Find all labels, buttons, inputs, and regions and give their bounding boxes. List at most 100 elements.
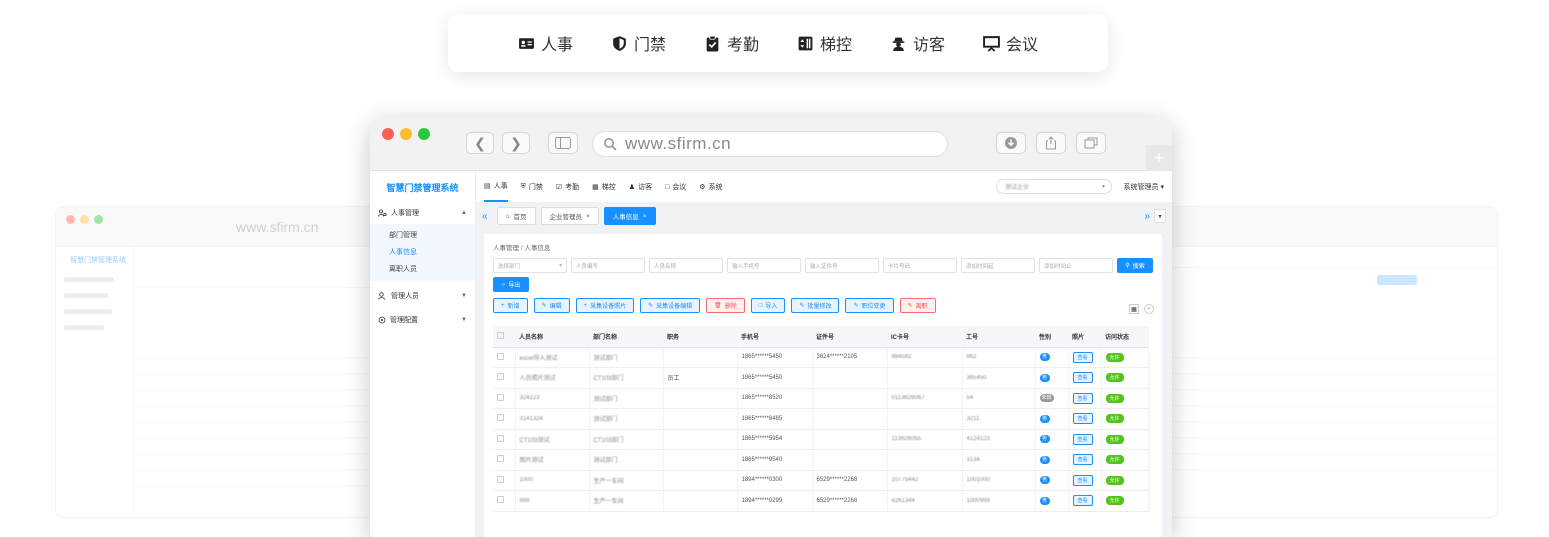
department-select[interactable]: 选择部门 ▾ bbox=[493, 258, 567, 273]
nav-item-access[interactable]: ⛨ 门禁 bbox=[521, 182, 543, 192]
batch-edit-button[interactable]: ✎ 批量修改 bbox=[791, 298, 840, 313]
column-header[interactable]: 职务 bbox=[663, 326, 737, 348]
column-header[interactable]: 人员名称 bbox=[515, 326, 589, 348]
date-from-input[interactable]: 添加时间起 bbox=[961, 258, 1035, 273]
table-row[interactable]: CT103测试 CT103部门 1865******5954 113626055 412… bbox=[493, 429, 1149, 450]
nav-item-system[interactable]: ⚙ 系统 bbox=[699, 182, 722, 192]
search-icon bbox=[604, 138, 617, 151]
capture-device-photo-button[interactable]: + 采集设备照片 bbox=[575, 298, 635, 313]
tab-home[interactable]: ⌂ 首页 bbox=[496, 207, 536, 225]
row-checkbox[interactable] bbox=[493, 429, 516, 450]
column-header[interactable]: 手机号 bbox=[737, 326, 812, 348]
capture-device-edit-button[interactable]: ✎ 采集设备编辑 bbox=[640, 298, 701, 313]
table-row[interactable]: 1000 生产一车间 1894******0300 6529******2268 107… bbox=[493, 470, 1149, 491]
module-tab-access[interactable]: 门禁 bbox=[611, 31, 666, 55]
print-icon[interactable]: − bbox=[1144, 304, 1154, 314]
nav-item-elevator[interactable]: ▦ 梯控 bbox=[592, 182, 616, 192]
tabs-scroll-right-button[interactable]: » bbox=[1144, 211, 1150, 222]
close-window-button[interactable] bbox=[382, 128, 394, 140]
sidebar-item-departments[interactable]: 部门管理 bbox=[370, 226, 475, 243]
resign-button[interactable]: ✎ 离职 bbox=[899, 298, 936, 313]
add-button[interactable]: + 新增 bbox=[493, 298, 528, 313]
cell-status: 允许 bbox=[1101, 367, 1149, 389]
row-checkbox[interactable] bbox=[493, 388, 516, 409]
sidebar-item-personnel-info[interactable]: 人事信息 bbox=[370, 243, 475, 260]
row-checkbox[interactable] bbox=[493, 408, 516, 430]
forward-button[interactable]: ❯ bbox=[502, 132, 530, 154]
sidebar-toggle-button[interactable] bbox=[548, 132, 578, 154]
table-row[interactable]: 图片测试 测试部门 1865******9540 3134 男 查看 允许 bbox=[493, 449, 1149, 471]
column-header[interactable]: IC卡号 bbox=[887, 326, 962, 348]
tab-enterprise-admin[interactable]: 企业管理员 × bbox=[540, 207, 599, 225]
module-tab-elevator[interactable]: 梯控 bbox=[797, 31, 852, 55]
nav-label: 访客 bbox=[638, 184, 653, 191]
view-photo-button[interactable]: 查看 bbox=[1072, 413, 1093, 425]
close-icon[interactable]: × bbox=[586, 213, 590, 220]
tabs-scroll-left-button[interactable]: « bbox=[482, 211, 488, 222]
sidebar-group-managers[interactable]: 管理人员 ▼ bbox=[370, 285, 475, 307]
position-change-button[interactable]: ✎ 职位变更 bbox=[845, 298, 894, 313]
card-number-input[interactable]: 卡片号码 bbox=[883, 258, 957, 273]
export-button[interactable]: ○ 导出 bbox=[493, 277, 529, 292]
view-photo-button[interactable]: 查看 bbox=[1072, 392, 1093, 404]
tabs-more-button[interactable]: ▾ bbox=[1154, 209, 1166, 223]
module-tab-meeting[interactable]: 会议 bbox=[983, 31, 1038, 55]
view-photo-button[interactable]: 查看 bbox=[1072, 454, 1093, 466]
sidebar-group-config[interactable]: 管理配置 ▼ bbox=[370, 309, 475, 331]
person-name-input[interactable]: 人员名称 bbox=[649, 258, 723, 273]
sex-badge: 男 bbox=[1039, 435, 1050, 444]
table-row[interactable]: 3141324 测试部门 1865******8485 3211 男 查看 允许 bbox=[493, 408, 1149, 430]
view-photo-button[interactable]: 查看 bbox=[1072, 351, 1093, 363]
table-row[interactable]: 999 生产一车间 1894******0299 6529******2268 4261… bbox=[493, 490, 1149, 512]
file-icon: □ bbox=[758, 302, 763, 309]
row-checkbox[interactable] bbox=[493, 490, 516, 512]
table-row[interactable]: 324123 测试部门 1865******8520 0113626067 54 未知 查看… bbox=[493, 388, 1149, 409]
module-tab-personnel[interactable]: 人事 bbox=[518, 31, 573, 55]
nav-item-personnel[interactable]: ▤ 人事 bbox=[484, 172, 508, 202]
person-id-input[interactable]: 人员编号 bbox=[571, 258, 645, 273]
cell-name: 999 bbox=[515, 490, 590, 512]
select-all-checkbox[interactable] bbox=[493, 326, 515, 348]
minimize-window-button[interactable] bbox=[400, 128, 412, 140]
nav-item-meeting[interactable]: □ 会议 bbox=[665, 182, 686, 192]
back-button[interactable]: ❮ bbox=[466, 132, 494, 154]
new-tab-button[interactable]: + bbox=[1146, 145, 1172, 171]
sidebar-group-personnel[interactable]: 人事管理 ▲ bbox=[370, 202, 475, 224]
date-to-input[interactable]: 添加时间止 bbox=[1039, 258, 1113, 273]
table-row[interactable]: 人员照片测试 CT103部门 员工 1865******5450 365450 男 查看 允许 bbox=[493, 367, 1149, 389]
search-button[interactable]: ⚲ 搜索 bbox=[1117, 258, 1153, 273]
admin-menu[interactable]: 系统管理员 ▾ bbox=[1124, 182, 1164, 192]
row-checkbox[interactable] bbox=[493, 347, 516, 368]
row-checkbox[interactable] bbox=[493, 470, 516, 491]
view-photo-button[interactable]: 查看 bbox=[1072, 433, 1093, 445]
row-checkbox[interactable] bbox=[493, 367, 516, 389]
cert-input[interactable]: 输入证件号 bbox=[805, 258, 879, 273]
share-button[interactable] bbox=[1036, 132, 1066, 154]
columns-icon[interactable]: ▦ bbox=[1129, 304, 1139, 314]
edit-button[interactable]: ✎ 编辑 bbox=[533, 298, 570, 313]
company-select[interactable]: 测试企业 ▾ bbox=[996, 179, 1112, 194]
phone-input[interactable]: 输入手机号 bbox=[727, 258, 801, 273]
maximize-window-button[interactable] bbox=[418, 128, 430, 140]
delete-button[interactable]: 🗑 删除 bbox=[706, 298, 745, 313]
close-icon[interactable]: × bbox=[643, 213, 647, 220]
view-photo-button[interactable]: 查看 bbox=[1072, 474, 1093, 486]
table-row[interactable]: excel导入测试 测试部门 1865******5450 3624******210… bbox=[493, 347, 1149, 368]
column-header[interactable]: 工号 bbox=[962, 326, 1035, 348]
download-button[interactable] bbox=[996, 132, 1026, 154]
column-header[interactable]: 证件号 bbox=[812, 326, 887, 348]
tabs-overview-button[interactable] bbox=[1076, 132, 1106, 154]
sidebar-item-resigned[interactable]: 离职人员 bbox=[370, 260, 475, 277]
module-tab-attendance[interactable]: 考勤 bbox=[704, 31, 759, 55]
tab-personnel-info[interactable]: 人事信息 × bbox=[603, 207, 656, 225]
module-tab-visitor[interactable]: 访客 bbox=[890, 31, 945, 55]
sidebar-group-label: 管理人员 bbox=[391, 293, 419, 300]
nav-item-visitor[interactable]: ♟ 访客 bbox=[629, 182, 652, 192]
row-checkbox[interactable] bbox=[493, 449, 516, 471]
view-photo-button[interactable]: 查看 bbox=[1072, 372, 1093, 384]
import-button[interactable]: □ 导入 bbox=[750, 298, 786, 313]
view-photo-button[interactable]: 查看 bbox=[1072, 495, 1093, 507]
address-bar[interactable]: www.sfirm.cn bbox=[592, 131, 948, 157]
nav-item-attendance[interactable]: ☑ 考勤 bbox=[556, 182, 579, 192]
column-header[interactable]: 部门名称 bbox=[589, 326, 663, 348]
